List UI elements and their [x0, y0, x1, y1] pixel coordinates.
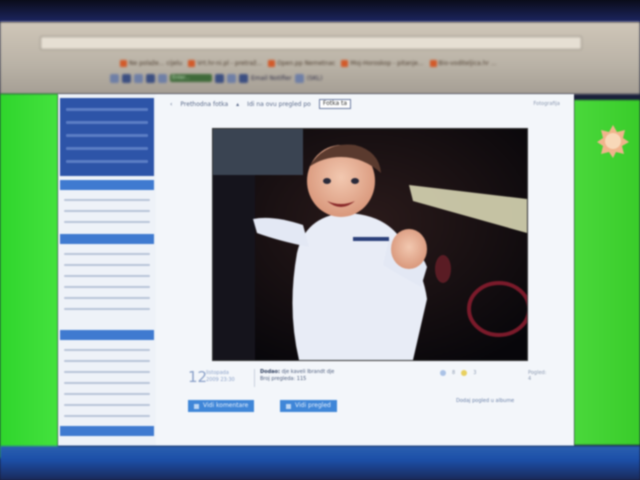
- taskbar: [0, 446, 640, 480]
- toolbar-button[interactable]: [215, 73, 224, 83]
- toolbar-extra[interactable]: (SKL): [307, 75, 323, 82]
- sidebar-section-header: [60, 234, 154, 244]
- sidebar-section-header: [60, 426, 154, 436]
- bookmark-item[interactable]: Open.pp Nemetnac: [268, 59, 335, 67]
- date-day: 12: [188, 368, 208, 386]
- main-content: ‹ Prethodna fotka ▴ Idi na ovu pregled p…: [158, 94, 629, 446]
- bookmark-icon: [341, 59, 349, 67]
- list-item[interactable]: [64, 286, 150, 288]
- bookmark-icon: [188, 59, 196, 67]
- list-item[interactable]: [64, 210, 150, 212]
- toolbar-button[interactable]: [227, 73, 236, 83]
- list-item[interactable]: [64, 297, 150, 299]
- toolbar-button[interactable]: [110, 73, 119, 83]
- rating: 8 3: [440, 370, 476, 376]
- sidebar-menu-item[interactable]: [66, 147, 148, 150]
- bookmark-icon: [120, 59, 127, 67]
- list-item[interactable]: [64, 264, 150, 266]
- badge-icon: [597, 125, 629, 158]
- bookmark-item[interactable]: Bio-voditeljica.hr ...: [429, 59, 497, 67]
- sidebar-menu-item[interactable]: [66, 121, 148, 124]
- photo-select[interactable]: Fotka ta: [318, 99, 352, 109]
- bookmarks-bar: Ne polaže... cijelu Vrt.hr-ni.pl - pretr…: [120, 57, 600, 69]
- web-page: ‹ Prethodna fotka ▴ Idi na ovu pregled p…: [58, 94, 629, 446]
- preview-icon: [286, 403, 291, 409]
- toolbar-button[interactable]: [158, 73, 167, 83]
- list-item[interactable]: [64, 393, 150, 395]
- list-item[interactable]: [64, 360, 150, 362]
- chevron-left-icon[interactable]: ‹: [170, 101, 172, 108]
- list-item[interactable]: [64, 349, 150, 351]
- toolbar-button[interactable]: [134, 73, 143, 83]
- add-to-album-link[interactable]: Dodaj pogled u albume: [456, 398, 514, 404]
- author-link[interactable]: dje kaveli Ibrandt dje: [282, 369, 335, 375]
- sidebar-section-header: [60, 180, 154, 190]
- sidebar-menu-item[interactable]: [66, 108, 148, 111]
- sidebar-section-header: [60, 330, 154, 340]
- view-preview-button[interactable]: Vidi pregled: [280, 400, 337, 412]
- list-item[interactable]: [64, 308, 150, 310]
- address-bar[interactable]: [40, 36, 582, 50]
- list-item[interactable]: [64, 382, 150, 384]
- list-item[interactable]: [64, 404, 150, 406]
- views-more: Pogled: 4: [528, 370, 547, 382]
- bookmark-item[interactable]: Vrt.hr-ni.pl - pretraž...: [188, 59, 262, 67]
- toolbar-button[interactable]: [239, 73, 248, 83]
- browser-chrome: Ne polaže... cijelu Vrt.hr-ni.pl - pretr…: [0, 22, 640, 94]
- date-detail: listopada 2009 23:30: [206, 370, 235, 383]
- sidebar-menu: [60, 98, 154, 176]
- list-item[interactable]: [64, 415, 150, 417]
- bookmark-icon: [268, 59, 276, 67]
- toolbar-button[interactable]: [122, 73, 131, 83]
- toolbar-field[interactable]: Enter...: [170, 74, 212, 82]
- nav-right-link[interactable]: Fotografija: [533, 101, 560, 107]
- list-item[interactable]: [64, 199, 150, 201]
- author-info: Dodao: dje kaveli Ibrandt dje Broj pregl…: [260, 369, 335, 382]
- bookmark-item[interactable]: Moj-Horoskop - pitanje...: [341, 59, 424, 67]
- green-background-left: [0, 94, 58, 458]
- toolbar-button[interactable]: [294, 73, 304, 83]
- baby-photo-image: [213, 129, 527, 360]
- photo-info: 12 listopada 2009 23:30 Dodao: dje kavel…: [188, 368, 548, 390]
- like-icon[interactable]: [440, 370, 446, 376]
- view-comments-button[interactable]: Vidi komentare: [188, 400, 255, 412]
- list-item[interactable]: [64, 371, 150, 373]
- sidebar-menu-item[interactable]: [66, 134, 148, 137]
- list-item[interactable]: [64, 275, 150, 277]
- nav-label: Idi na ovu pregled po: [247, 100, 311, 108]
- top-dark-strip: [0, 0, 640, 22]
- photo-navigation: ‹ Prethodna fotka ▴ Idi na ovu pregled p…: [170, 98, 560, 110]
- view-count: Broj pregleda: 115: [260, 376, 307, 382]
- chevron-up-icon: ▴: [236, 100, 240, 108]
- bookmark-icon: [429, 59, 437, 67]
- list-item[interactable]: [64, 253, 150, 255]
- comment-icon: [194, 403, 199, 409]
- divider: [254, 369, 255, 387]
- toolbar-button[interactable]: [146, 73, 155, 83]
- extensions-toolbar: Enter... Email Notifier (SKL): [110, 72, 430, 84]
- photo[interactable]: [212, 128, 528, 361]
- previous-photo-link[interactable]: Prethodna fotka: [180, 101, 228, 108]
- email-notifier[interactable]: Email Notifier: [251, 75, 292, 82]
- star-icon[interactable]: [461, 370, 468, 376]
- bookmark-item[interactable]: Ne polaže... cijelu: [120, 59, 182, 67]
- list-item[interactable]: [64, 221, 150, 223]
- sidebar-menu-item[interactable]: [66, 160, 148, 163]
- sidebar-list: [64, 190, 150, 223]
- sidebar-list: [64, 244, 150, 310]
- sidebar-list: [64, 340, 150, 417]
- sidebar: [58, 94, 156, 446]
